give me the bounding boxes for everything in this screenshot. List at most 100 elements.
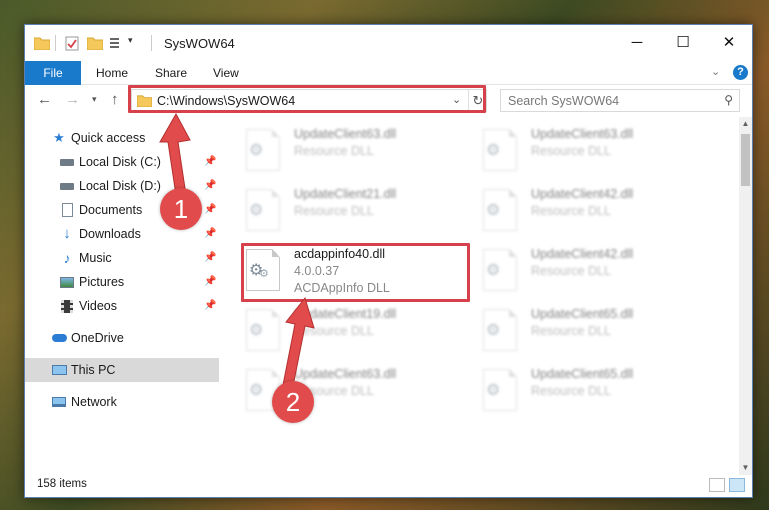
file-item[interactable]: ⚙ UpdateClient42.dll Resource DLL — [478, 185, 698, 243]
search-input[interactable]: Search SysWOW64 — [508, 94, 619, 108]
pin-icon[interactable]: 📌 — [204, 198, 216, 222]
file-item[interactable]: ⚙ UpdateClient42.dll Resource DLL — [478, 245, 698, 303]
cloud-icon — [51, 326, 67, 350]
file-description: Resource DLL — [531, 264, 611, 278]
sidebar-item-music[interactable]: ♪ Music 📌 — [25, 246, 219, 270]
sidebar-item-network[interactable]: Network — [25, 390, 219, 414]
file-description: Resource DLL — [531, 324, 611, 338]
documents-icon — [59, 198, 75, 222]
pin-icon[interactable]: 📌 — [204, 222, 216, 246]
sidebar-item-videos[interactable]: Videos 📌 — [25, 294, 219, 318]
gear-icon: ⚙ — [486, 382, 501, 399]
help-icon[interactable]: ? — [733, 65, 748, 80]
file-description: Resource DLL — [294, 324, 374, 338]
sidebar-item-pictures[interactable]: Pictures 📌 — [25, 270, 219, 294]
sidebar-item-label: Pictures — [79, 275, 125, 289]
file-name: UpdateClient42.dll — [531, 187, 634, 201]
customize-qat-icon[interactable] — [109, 36, 123, 50]
videos-icon — [59, 294, 75, 318]
status-bar: 158 items — [25, 475, 752, 497]
sidebar-item-label: Local Disk (C:) — [79, 155, 161, 169]
sidebar-item-local-disk-c[interactable]: Local Disk (C:) 📌 — [25, 150, 219, 174]
sidebar-item-label: Network — [71, 395, 117, 409]
search-icon[interactable]: ⚲ — [724, 93, 733, 107]
tab-file[interactable]: File — [25, 61, 81, 85]
details-view-icon[interactable] — [709, 478, 725, 492]
file-description: Resource DLL — [531, 384, 611, 398]
scroll-up-icon[interactable]: ▲ — [739, 117, 752, 131]
new-folder-icon[interactable] — [87, 36, 103, 50]
gear-icon: ⚙ — [249, 322, 264, 339]
window-title: SysWOW64 — [164, 36, 235, 51]
scroll-down-icon[interactable]: ▼ — [739, 461, 752, 475]
close-button[interactable]: ✕ — [706, 25, 752, 61]
navigation-pane: ★ Quick access Local Disk (C:) 📌 Local D… — [25, 117, 219, 475]
computer-icon — [51, 358, 67, 382]
address-bar-highlight — [128, 85, 486, 113]
pin-icon[interactable]: 📌 — [204, 150, 216, 174]
step-1-callout: 1 — [160, 188, 202, 230]
file-highlight — [241, 243, 470, 302]
file-name: UpdateClient65.dll — [531, 307, 634, 321]
sidebar-item-quick-access[interactable]: ★ Quick access — [25, 126, 219, 150]
pictures-icon — [59, 270, 75, 294]
qat-separator — [55, 35, 56, 51]
file-description: Resource DLL — [294, 144, 374, 158]
title-bar: ▾ SysWOW64 ─ ☐ ✕ — [25, 25, 752, 61]
network-icon — [51, 390, 67, 414]
forward-arrow-icon[interactable]: → — [65, 91, 80, 108]
pin-icon[interactable]: 📌 — [204, 270, 216, 294]
scroll-thumb[interactable] — [741, 134, 750, 186]
file-item[interactable]: ⚙ UpdateClient63.dll Resource DLL — [241, 125, 461, 183]
sidebar-item-label: Videos — [79, 299, 117, 313]
gear-icon: ⚙ — [249, 382, 264, 399]
minimize-button[interactable]: ─ — [614, 25, 660, 61]
file-description: Resource DLL — [294, 204, 374, 218]
sidebar-item-label: This PC — [71, 363, 116, 377]
search-box[interactable]: Search SysWOW64 ⚲ — [500, 89, 740, 112]
file-name: UpdateClient21.dll — [294, 187, 397, 201]
file-item[interactable]: ⚙ UpdateClient63.dll Resource DLL — [478, 125, 698, 183]
sidebar-item-onedrive[interactable]: OneDrive — [25, 326, 219, 350]
ribbon: File Home Share View ⌄ ? — [25, 61, 752, 85]
sidebar-item-label: Music — [79, 251, 112, 265]
drive-icon — [59, 174, 75, 198]
sidebar-item-label: Downloads — [79, 227, 141, 241]
expand-ribbon-icon[interactable]: ⌄ — [711, 65, 720, 78]
properties-icon[interactable] — [65, 36, 79, 51]
file-item[interactable]: ⚙ UpdateClient65.dll Resource DLL — [478, 305, 698, 363]
tab-home[interactable]: Home — [96, 61, 128, 85]
file-item[interactable]: ⚙ UpdateClient19.dll Resource DLL — [241, 305, 461, 363]
file-description: Resource DLL — [531, 204, 611, 218]
sidebar-item-label: Local Disk (D:) — [79, 179, 161, 193]
maximize-button[interactable]: ☐ — [660, 25, 706, 61]
pin-icon[interactable]: 📌 — [204, 294, 216, 318]
tab-share[interactable]: Share — [155, 61, 187, 85]
sidebar-item-label: Quick access — [71, 131, 146, 145]
pin-icon[interactable]: 📌 — [204, 174, 216, 198]
drive-icon — [59, 150, 75, 174]
gear-icon: ⚙ — [486, 322, 501, 339]
recent-locations-chevron-icon[interactable]: ▾ — [92, 94, 97, 105]
gear-icon: ⚙ — [486, 262, 501, 279]
file-item[interactable]: ⚙ UpdateClient21.dll Resource DLL — [241, 185, 461, 243]
file-name: UpdateClient63.dll — [294, 367, 397, 381]
file-name: UpdateClient42.dll — [531, 247, 634, 261]
music-icon: ♪ — [63, 250, 71, 266]
pin-icon[interactable]: 📌 — [204, 246, 216, 270]
vertical-scrollbar[interactable]: ▲ ▼ — [739, 117, 752, 475]
tab-view[interactable]: View — [213, 61, 239, 85]
item-count: 158 items — [37, 478, 87, 490]
large-icons-view-icon[interactable] — [729, 478, 745, 492]
chevron-down-icon[interactable]: ▾ — [128, 35, 133, 46]
sidebar-item-this-pc[interactable]: This PC — [25, 358, 219, 382]
gear-icon: ⚙ — [249, 142, 264, 159]
back-arrow-icon[interactable]: ← — [37, 91, 52, 108]
gear-icon: ⚙ — [486, 202, 501, 219]
file-name: UpdateClient65.dll — [531, 367, 634, 381]
file-item[interactable]: ⚙ UpdateClient65.dll Resource DLL — [478, 365, 698, 423]
file-name: UpdateClient63.dll — [294, 127, 397, 141]
star-icon: ★ — [53, 130, 65, 145]
up-arrow-icon[interactable]: ↑ — [111, 91, 119, 108]
sidebar-item-label: Documents — [79, 203, 143, 217]
